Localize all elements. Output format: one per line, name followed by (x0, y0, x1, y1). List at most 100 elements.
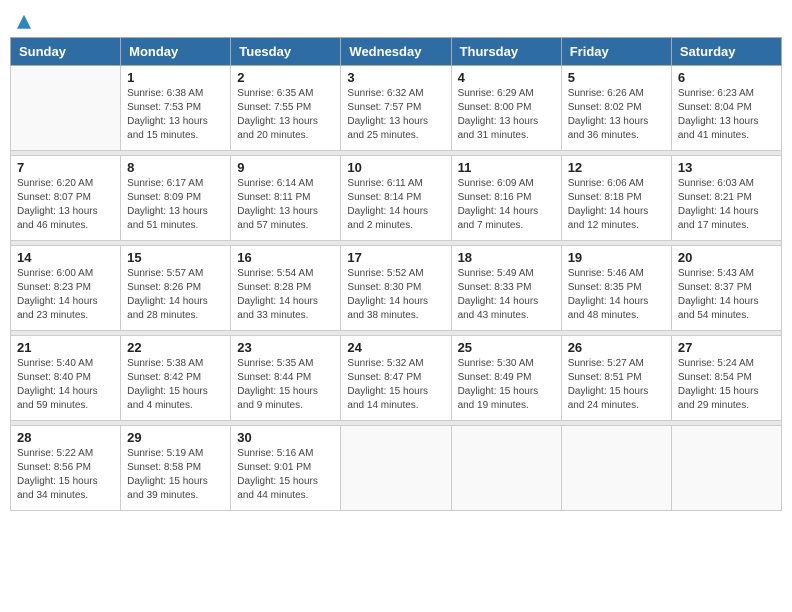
calendar-cell: 19 Sunrise: 5:46 AM Sunset: 8:35 PM Dayli… (561, 246, 671, 331)
day-number: 22 (127, 340, 224, 355)
calendar-cell: 12 Sunrise: 6:06 AM Sunset: 8:18 PM Dayli… (561, 156, 671, 241)
calendar-cell: 13Sunrise: 6:03 AM Sunset: 8:21 PM Dayli… (671, 156, 781, 241)
calendar-cell: 1Sunrise: 6:38 AM Sunset: 7:53 PM Daylig… (121, 66, 231, 151)
calendar-header-friday: Friday (561, 38, 671, 66)
day-number: 23 (237, 340, 334, 355)
calendar-cell: 28 Sunrise: 5:22 AM Sunset: 8:56 PM Dayli… (11, 426, 121, 511)
day-number: 9 (237, 160, 334, 175)
day-number: 3 (347, 70, 444, 85)
day-number: 27 (678, 340, 775, 355)
calendar-header-thursday: Thursday (451, 38, 561, 66)
day-number: 13 (678, 160, 775, 175)
calendar-cell: 4 Sunrise: 6:29 AM Sunset: 8:00 PM Daylig… (451, 66, 561, 151)
calendar-week-1: 1Sunrise: 6:38 AM Sunset: 7:53 PM Daylig… (11, 66, 782, 151)
calendar-cell: 9 Sunrise: 6:14 AM Sunset: 8:11 PM Daylig… (231, 156, 341, 241)
day-info: Sunrise: 5:16 AM Sunset: 9:01 PM Dayligh… (237, 447, 334, 503)
calendar-cell: 6 Sunrise: 6:23 AM Sunset: 8:04 PM Daylig… (671, 66, 781, 151)
day-number: 28 (17, 430, 114, 445)
calendar-cell: 18 Sunrise: 5:49 AM Sunset: 8:33 PM Dayli… (451, 246, 561, 331)
day-info: Sunrise: 6:17 AM Sunset: 8:09 PM Dayligh… (127, 177, 224, 233)
calendar-week-4: 21 Sunrise: 5:40 AM Sunset: 8:40 PM Dayli… (11, 336, 782, 421)
day-info: Sunrise: 6:29 AM Sunset: 8:00 PM Dayligh… (458, 87, 555, 143)
day-number: 4 (458, 70, 555, 85)
day-number: 7 (17, 160, 114, 175)
day-number: 26 (568, 340, 665, 355)
day-number: 5 (568, 70, 665, 85)
day-info: Sunrise: 6:14 AM Sunset: 8:11 PM Dayligh… (237, 177, 334, 233)
calendar-header-saturday: Saturday (671, 38, 781, 66)
calendar-week-2: 7 Sunrise: 6:20 AM Sunset: 8:07 PM Daylig… (11, 156, 782, 241)
day-info: Sunrise: 5:40 AM Sunset: 8:40 PM Dayligh… (17, 357, 114, 413)
calendar-cell: 5 Sunrise: 6:26 AM Sunset: 8:02 PM Daylig… (561, 66, 671, 151)
calendar-header-wednesday: Wednesday (341, 38, 451, 66)
calendar-header-row: SundayMondayTuesdayWednesdayThursdayFrid… (11, 38, 782, 66)
logo (14, 10, 31, 31)
day-info: Sunrise: 5:38 AM Sunset: 8:42 PM Dayligh… (127, 357, 224, 413)
calendar-cell: 11 Sunrise: 6:09 AM Sunset: 8:16 PM Dayli… (451, 156, 561, 241)
calendar-cell: 24 Sunrise: 5:32 AM Sunset: 8:47 PM Dayli… (341, 336, 451, 421)
day-info: Sunrise: 6:06 AM Sunset: 8:18 PM Dayligh… (568, 177, 665, 233)
calendar-cell: 16Sunrise: 5:54 AM Sunset: 8:28 PM Dayli… (231, 246, 341, 331)
day-number: 30 (237, 430, 334, 445)
calendar-cell: 3 Sunrise: 6:32 AM Sunset: 7:57 PM Daylig… (341, 66, 451, 151)
day-number: 1 (127, 70, 224, 85)
day-info: Sunrise: 6:00 AM Sunset: 8:23 PM Dayligh… (17, 267, 114, 323)
day-info: Sunrise: 5:35 AM Sunset: 8:44 PM Dayligh… (237, 357, 334, 413)
day-info: Sunrise: 6:32 AM Sunset: 7:57 PM Dayligh… (347, 87, 444, 143)
calendar-cell: 20 Sunrise: 5:43 AM Sunset: 8:37 PM Dayli… (671, 246, 781, 331)
calendar-cell: 27 Sunrise: 5:24 AM Sunset: 8:54 PM Dayli… (671, 336, 781, 421)
calendar-cell: 26Sunrise: 5:27 AM Sunset: 8:51 PM Dayli… (561, 336, 671, 421)
day-info: Sunrise: 6:23 AM Sunset: 8:04 PM Dayligh… (678, 87, 775, 143)
day-info: Sunrise: 6:09 AM Sunset: 8:16 PM Dayligh… (458, 177, 555, 233)
calendar-body: 1Sunrise: 6:38 AM Sunset: 7:53 PM Daylig… (11, 66, 782, 511)
calendar-header-monday: Monday (121, 38, 231, 66)
day-info: Sunrise: 6:20 AM Sunset: 8:07 PM Dayligh… (17, 177, 114, 233)
day-number: 25 (458, 340, 555, 355)
day-number: 24 (347, 340, 444, 355)
calendar-cell (341, 426, 451, 511)
day-number: 18 (458, 250, 555, 265)
calendar-cell: 7 Sunrise: 6:20 AM Sunset: 8:07 PM Daylig… (11, 156, 121, 241)
day-number: 8 (127, 160, 224, 175)
day-info: Sunrise: 5:32 AM Sunset: 8:47 PM Dayligh… (347, 357, 444, 413)
calendar-header-sunday: Sunday (11, 38, 121, 66)
day-number: 12 (568, 160, 665, 175)
day-info: Sunrise: 6:26 AM Sunset: 8:02 PM Dayligh… (568, 87, 665, 143)
day-number: 17 (347, 250, 444, 265)
day-number: 11 (458, 160, 555, 175)
calendar-week-5: 28 Sunrise: 5:22 AM Sunset: 8:56 PM Dayli… (11, 426, 782, 511)
calendar-cell: 15 Sunrise: 5:57 AM Sunset: 8:26 PM Dayli… (121, 246, 231, 331)
day-info: Sunrise: 5:52 AM Sunset: 8:30 PM Dayligh… (347, 267, 444, 323)
calendar-cell: 10 Sunrise: 6:11 AM Sunset: 8:14 PM Dayli… (341, 156, 451, 241)
day-number: 6 (678, 70, 775, 85)
day-number: 15 (127, 250, 224, 265)
day-number: 2 (237, 70, 334, 85)
day-info: Sunrise: 6:11 AM Sunset: 8:14 PM Dayligh… (347, 177, 444, 233)
calendar-cell (11, 66, 121, 151)
calendar-cell: 8 Sunrise: 6:17 AM Sunset: 8:09 PM Daylig… (121, 156, 231, 241)
day-info: Sunrise: 5:46 AM Sunset: 8:35 PM Dayligh… (568, 267, 665, 323)
calendar-cell: 14 Sunrise: 6:00 AM Sunset: 8:23 PM Dayli… (11, 246, 121, 331)
day-number: 20 (678, 250, 775, 265)
logo-icon (17, 15, 31, 29)
calendar-cell: 23 Sunrise: 5:35 AM Sunset: 8:44 PM Dayli… (231, 336, 341, 421)
calendar-cell: 17 Sunrise: 5:52 AM Sunset: 8:30 PM Dayli… (341, 246, 451, 331)
day-info: Sunrise: 5:57 AM Sunset: 8:26 PM Dayligh… (127, 267, 224, 323)
day-number: 14 (17, 250, 114, 265)
day-number: 16 (237, 250, 334, 265)
day-number: 19 (568, 250, 665, 265)
day-info: Sunrise: 5:43 AM Sunset: 8:37 PM Dayligh… (678, 267, 775, 323)
day-info: Sunrise: 5:24 AM Sunset: 8:54 PM Dayligh… (678, 357, 775, 413)
day-info: Sunrise: 5:22 AM Sunset: 8:56 PM Dayligh… (17, 447, 114, 503)
calendar-week-3: 14 Sunrise: 6:00 AM Sunset: 8:23 PM Dayli… (11, 246, 782, 331)
calendar-cell: 29Sunrise: 5:19 AM Sunset: 8:58 PM Dayli… (121, 426, 231, 511)
day-number: 29 (127, 430, 224, 445)
day-info: Sunrise: 5:30 AM Sunset: 8:49 PM Dayligh… (458, 357, 555, 413)
day-number: 21 (17, 340, 114, 355)
calendar-cell (671, 426, 781, 511)
calendar-cell: 30 Sunrise: 5:16 AM Sunset: 9:01 PM Dayli… (231, 426, 341, 511)
day-number: 10 (347, 160, 444, 175)
day-info: Sunrise: 5:49 AM Sunset: 8:33 PM Dayligh… (458, 267, 555, 323)
calendar-cell (561, 426, 671, 511)
page-header (10, 10, 782, 31)
